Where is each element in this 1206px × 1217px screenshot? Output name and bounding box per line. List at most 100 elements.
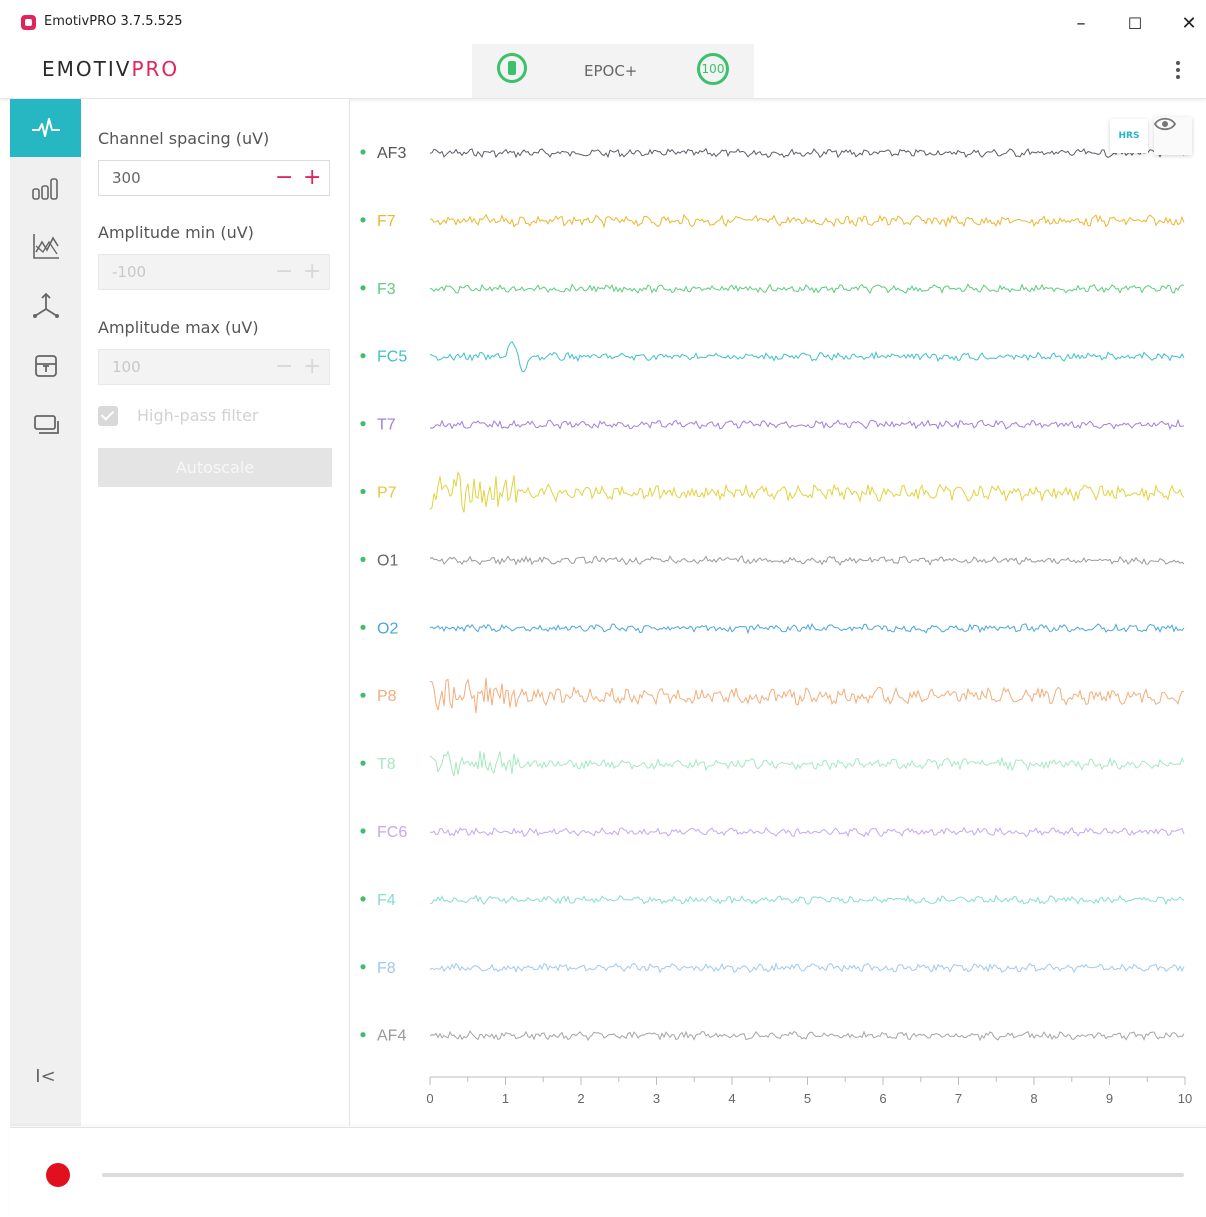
eye-icon — [1154, 117, 1176, 131]
amplitude-min-value: -100 — [112, 263, 147, 281]
channel-trace-p8 — [429, 677, 1185, 713]
channel-dot-af3 — [360, 149, 366, 155]
high-pass-filter-label: High-pass filter — [137, 406, 259, 425]
bar-chart-icon — [31, 178, 58, 200]
channel-dot-fc6 — [360, 828, 366, 834]
screens-icon — [33, 415, 59, 434]
channel-label-f4[interactable]: F4 — [377, 892, 396, 909]
brand-logo: EMOTIVPRO — [42, 57, 180, 81]
channel-dot-p8 — [360, 692, 366, 698]
more-vertical-icon[interactable] — [1170, 58, 1186, 84]
channel-label-f8[interactable]: F8 — [377, 960, 396, 977]
hrs-toggle-button[interactable]: HRS — [1110, 119, 1148, 153]
amplitude-min-stepper: -100 − + — [98, 254, 330, 290]
app-logo-icon — [21, 15, 36, 30]
channel-trace-t7 — [429, 418, 1185, 431]
channel-label-p8[interactable]: P8 — [377, 688, 397, 705]
time-axis-label: 6 — [879, 1091, 886, 1106]
autoscale-button[interactable]: Autoscale — [98, 448, 332, 487]
time-axis-label: 10 — [1178, 1091, 1192, 1106]
channel-trace-f4 — [429, 894, 1185, 906]
axis-3d-icon — [32, 292, 59, 318]
channel-spacing-increment-button[interactable]: + — [303, 165, 321, 191]
amplitude-max-decrement-button: − — [275, 354, 294, 379]
time-axis-label: 7 — [955, 1091, 962, 1106]
channel-label-t8[interactable]: T8 — [377, 756, 396, 773]
channel-trace-af3 — [429, 147, 1185, 159]
app-header: EMOTIVPRO EPOC+ 100 — [0, 44, 1206, 99]
time-axis-label: 2 — [577, 1091, 584, 1106]
channel-label-af3[interactable]: AF3 — [377, 145, 406, 162]
nav-item-motion[interactable] — [10, 277, 81, 335]
channel-label-af4[interactable]: AF4 — [377, 1028, 406, 1045]
channel-dot-o1 — [360, 556, 366, 562]
channel-dot-f8 — [360, 964, 366, 970]
amplitude-min-increment-button: + — [303, 259, 322, 284]
record-icon[interactable] — [46, 1163, 70, 1187]
channel-dot-f3 — [360, 285, 366, 291]
time-axis-label: 4 — [728, 1091, 735, 1106]
minimize-button[interactable]: – — [1068, 10, 1094, 36]
channel-trace-f7 — [429, 213, 1185, 229]
contact-quality-badge[interactable]: 100 — [697, 53, 729, 85]
eeg-plot: AF3 F7 F3 FC5 T7 P7 O1 O2 P8 T8 FC6 F4 F8 AF4 0 1 2 3 4 5 6 7… — [360, 145, 1192, 1106]
line-chart-icon — [32, 234, 59, 259]
channel-dot-fc5 — [360, 353, 366, 359]
amplitude-max-stepper: 100 − + — [98, 349, 330, 385]
waveform-icon — [31, 118, 60, 137]
device-name[interactable]: EPOC+ — [584, 62, 637, 80]
amplitude-max-label: Amplitude max (uV) — [98, 318, 259, 337]
channel-trace-f3 — [429, 283, 1185, 295]
channel-trace-fc6 — [429, 826, 1185, 838]
battery-icon — [497, 53, 527, 83]
amplitude-min-label: Amplitude min (uV) — [98, 223, 254, 242]
channel-label-p7[interactable]: P7 — [377, 485, 397, 502]
archive-icon — [34, 355, 57, 377]
sidebar-nav: I< — [10, 99, 81, 1126]
amplitude-max-value: 100 — [112, 358, 141, 376]
channel-dot-f4 — [360, 896, 366, 902]
maximize-button[interactable]: ☐ — [1122, 10, 1148, 36]
window-title-bar: EmotivPRO 3.7.5.525 – ☐ ✕ — [0, 0, 1206, 44]
time-axis-label: 0 — [426, 1091, 433, 1106]
channel-spacing-label: Channel spacing (uV) — [98, 129, 270, 148]
channel-label-t7[interactable]: T7 — [377, 417, 396, 434]
channel-label-f3[interactable]: F3 — [377, 281, 396, 298]
channel-label-fc5[interactable]: FC5 — [377, 349, 407, 366]
time-axis-label: 3 — [653, 1091, 660, 1106]
window-title: EmotivPRO 3.7.5.525 — [44, 14, 183, 29]
channel-dot-f7 — [360, 217, 366, 223]
channel-dot-o2 — [360, 624, 366, 630]
time-axis-label: 9 — [1106, 1091, 1113, 1106]
collapse-sidebar-button[interactable]: I< — [10, 1059, 81, 1093]
high-pass-filter-checkbox[interactable] — [98, 406, 118, 426]
channel-label-fc6[interactable]: FC6 — [377, 824, 407, 841]
channel-spacing-value[interactable]: 300 — [112, 169, 141, 187]
visibility-toggle-button[interactable] — [1154, 117, 1192, 155]
channel-spacing-decrement-button[interactable]: − — [275, 165, 293, 191]
channel-dot-p7 — [360, 488, 366, 495]
nav-item-screens[interactable] — [10, 395, 81, 453]
channel-trace-t8 — [429, 750, 1185, 777]
timeline-scrubber[interactable] — [102, 1173, 1184, 1177]
channel-dot-t8 — [360, 760, 366, 766]
time-axis-label: 5 — [804, 1091, 811, 1106]
nav-item-waveform[interactable] — [10, 99, 81, 157]
channel-trace-f8 — [429, 962, 1185, 974]
channel-label-o1[interactable]: O1 — [377, 552, 398, 569]
nav-item-band-power[interactable] — [10, 159, 81, 217]
channel-spacing-stepper[interactable]: 300 − + — [98, 160, 330, 196]
amplitude-max-increment-button: + — [303, 354, 322, 379]
channel-trace-o1 — [429, 555, 1185, 566]
channel-trace-p7 — [429, 471, 1185, 513]
channel-trace-af4 — [429, 1030, 1185, 1042]
time-axis-label: 8 — [1030, 1091, 1037, 1106]
channel-label-o2[interactable]: O2 — [377, 620, 398, 637]
nav-item-performance[interactable] — [10, 217, 81, 275]
channel-dot-af4 — [360, 1032, 366, 1038]
nav-item-data-packets[interactable] — [10, 337, 81, 395]
channel-label-f7[interactable]: F7 — [377, 213, 396, 230]
playback-bar — [10, 1127, 1206, 1217]
channel-trace-o2 — [429, 623, 1185, 635]
close-button[interactable]: ✕ — [1176, 10, 1202, 36]
